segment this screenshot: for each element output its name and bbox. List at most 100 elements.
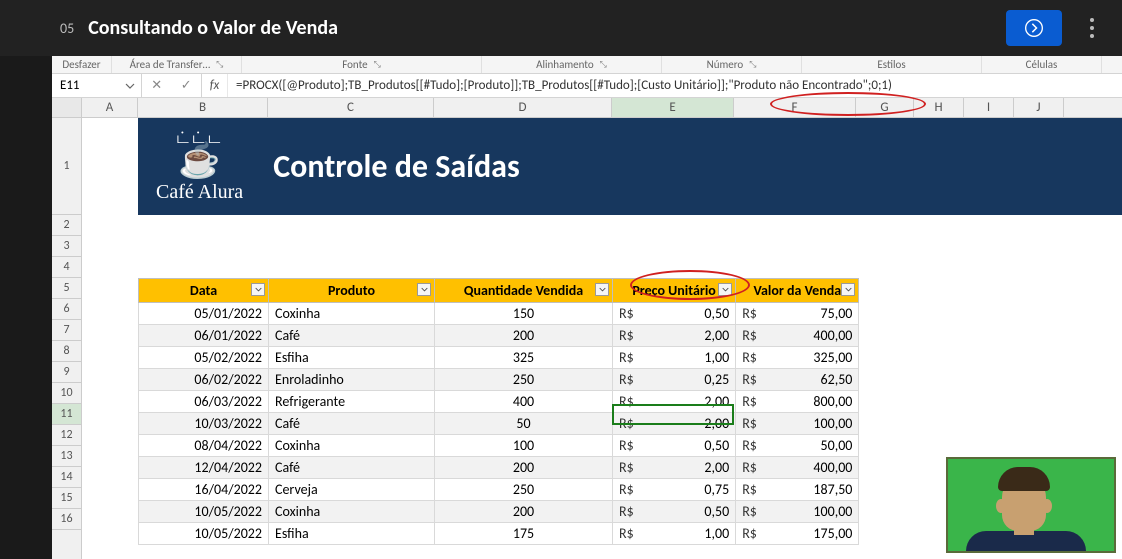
row-header[interactable]: 3: [52, 236, 81, 257]
table-header-cell[interactable]: Preço Unitário: [613, 279, 736, 303]
cell-qty[interactable]: 325: [435, 347, 613, 369]
cell-product[interactable]: Esfiha: [269, 347, 435, 369]
row-header[interactable]: 8: [52, 341, 81, 362]
cell-qty[interactable]: 175: [435, 523, 613, 545]
cell-product[interactable]: Cerveja: [269, 479, 435, 501]
cancel-formula-icon[interactable]: ✕: [151, 78, 162, 93]
formula-input[interactable]: =PROCX([@Produto];TB_Produtos[[#Tudo];[P…: [228, 74, 1122, 97]
row-header[interactable]: 4: [52, 257, 81, 278]
row-header[interactable]: 16: [52, 509, 81, 530]
dialog-launcher-icon[interactable]: ⤡: [216, 59, 223, 70]
cell-value[interactable]: 62,50: [763, 369, 859, 391]
cell-currency[interactable]: R$: [613, 457, 640, 479]
cell-date[interactable]: 10/03/2022: [139, 413, 269, 435]
column-header[interactable]: A: [82, 98, 138, 117]
table-row[interactable]: 06/01/2022Café200R$2,00R$400,00: [139, 325, 859, 347]
cell-date[interactable]: 08/04/2022: [139, 435, 269, 457]
row-header[interactable]: 2: [52, 215, 81, 236]
cell-price[interactable]: 1,00: [640, 523, 736, 545]
cell-currency[interactable]: R$: [613, 303, 640, 325]
name-box[interactable]: E11: [52, 74, 142, 97]
cell-value[interactable]: 400,00: [763, 457, 859, 479]
dialog-launcher-icon[interactable]: ⤡: [374, 59, 381, 70]
cell-qty[interactable]: 200: [435, 501, 613, 523]
cell-price[interactable]: 0,50: [640, 303, 736, 325]
cell-date[interactable]: 06/02/2022: [139, 369, 269, 391]
cell-value[interactable]: 50,00: [763, 435, 859, 457]
table-row[interactable]: 12/04/2022Café200R$2,00R$400,00: [139, 457, 859, 479]
cell-product[interactable]: Café: [269, 325, 435, 347]
filter-dropdown-icon[interactable]: [841, 283, 855, 296]
cell-price[interactable]: 2,00: [640, 457, 736, 479]
cell-currency[interactable]: R$: [613, 479, 640, 501]
column-header[interactable]: I: [964, 98, 1014, 117]
accept-formula-icon[interactable]: ✓: [181, 78, 192, 93]
cell-date[interactable]: 06/03/2022: [139, 391, 269, 413]
row-header[interactable]: 5: [52, 278, 81, 299]
cell-date[interactable]: 05/01/2022: [139, 303, 269, 325]
row-header[interactable]: 11: [52, 404, 81, 425]
more-menu-button[interactable]: [1080, 12, 1104, 44]
row-header[interactable]: 15: [52, 488, 81, 509]
table-row[interactable]: 06/02/2022Enroladinho250R$0,25R$62,50: [139, 369, 859, 391]
cell-qty[interactable]: 200: [435, 325, 613, 347]
column-header[interactable]: H: [914, 98, 964, 117]
column-header[interactable]: C: [268, 98, 434, 117]
sales-table[interactable]: DataProdutoQuantidade VendidaPreço Unitá…: [138, 278, 859, 545]
cell-currency[interactable]: R$: [613, 413, 640, 435]
cell-price[interactable]: 2,00: [640, 413, 736, 435]
filter-dropdown-icon[interactable]: [595, 283, 609, 296]
filter-dropdown-icon[interactable]: [251, 283, 265, 296]
cell-product[interactable]: Café: [269, 413, 435, 435]
filter-dropdown-icon[interactable]: [718, 283, 732, 296]
chevron-down-icon[interactable]: [125, 81, 135, 91]
cell-value[interactable]: 75,00: [763, 303, 859, 325]
table-row[interactable]: 05/01/2022Coxinha150R$0,50R$75,00: [139, 303, 859, 325]
cell-date[interactable]: 16/04/2022: [139, 479, 269, 501]
cell-value[interactable]: 400,00: [763, 325, 859, 347]
cell-value[interactable]: 100,00: [763, 413, 859, 435]
cell-product[interactable]: Coxinha: [269, 435, 435, 457]
cell-date[interactable]: 12/04/2022: [139, 457, 269, 479]
column-header[interactable]: B: [138, 98, 268, 117]
filter-dropdown-icon[interactable]: [417, 283, 431, 296]
next-button[interactable]: [1006, 10, 1062, 46]
cell-currency[interactable]: R$: [736, 413, 763, 435]
column-header[interactable]: G: [856, 98, 914, 117]
table-header-cell[interactable]: Data: [139, 279, 269, 303]
cell-qty[interactable]: 150: [435, 303, 613, 325]
cell-currency[interactable]: R$: [736, 391, 763, 413]
cell-date[interactable]: 05/02/2022: [139, 347, 269, 369]
cell-date[interactable]: 10/05/2022: [139, 523, 269, 545]
cell-currency[interactable]: R$: [613, 501, 640, 523]
cell-currency[interactable]: R$: [736, 369, 763, 391]
column-header[interactable]: D: [434, 98, 612, 117]
cell-product[interactable]: Café: [269, 457, 435, 479]
dialog-launcher-icon[interactable]: ⤡: [749, 59, 756, 70]
cell-product[interactable]: Esfiha: [269, 523, 435, 545]
column-header[interactable]: F: [734, 98, 856, 117]
cell-currency[interactable]: R$: [736, 457, 763, 479]
cell-qty[interactable]: 250: [435, 369, 613, 391]
select-all-corner[interactable]: [52, 98, 82, 117]
cell-currency[interactable]: R$: [613, 325, 640, 347]
cell-currency[interactable]: R$: [736, 325, 763, 347]
cell-currency[interactable]: R$: [736, 479, 763, 501]
cell-product[interactable]: Refrigerante: [269, 391, 435, 413]
cell-product[interactable]: Enroladinho: [269, 369, 435, 391]
cell-qty[interactable]: 100: [435, 435, 613, 457]
table-row[interactable]: 10/05/2022Coxinha200R$0,50R$100,00: [139, 501, 859, 523]
table-row[interactable]: 10/05/2022Esfiha175R$1,00R$175,00: [139, 523, 859, 545]
cell-price[interactable]: 0,50: [640, 435, 736, 457]
cell-currency[interactable]: R$: [613, 347, 640, 369]
cell-price[interactable]: 0,75: [640, 479, 736, 501]
cell-product[interactable]: Coxinha: [269, 303, 435, 325]
cell-value[interactable]: 100,00: [763, 501, 859, 523]
cell-value[interactable]: 175,00: [763, 523, 859, 545]
cell-date[interactable]: 06/01/2022: [139, 325, 269, 347]
table-row[interactable]: 10/03/2022Café50R$2,00R$100,00: [139, 413, 859, 435]
table-row[interactable]: 16/04/2022Cerveja250R$0,75R$187,50: [139, 479, 859, 501]
row-header[interactable]: 13: [52, 446, 81, 467]
cell-value[interactable]: 187,50: [763, 479, 859, 501]
cell-qty[interactable]: 250: [435, 479, 613, 501]
